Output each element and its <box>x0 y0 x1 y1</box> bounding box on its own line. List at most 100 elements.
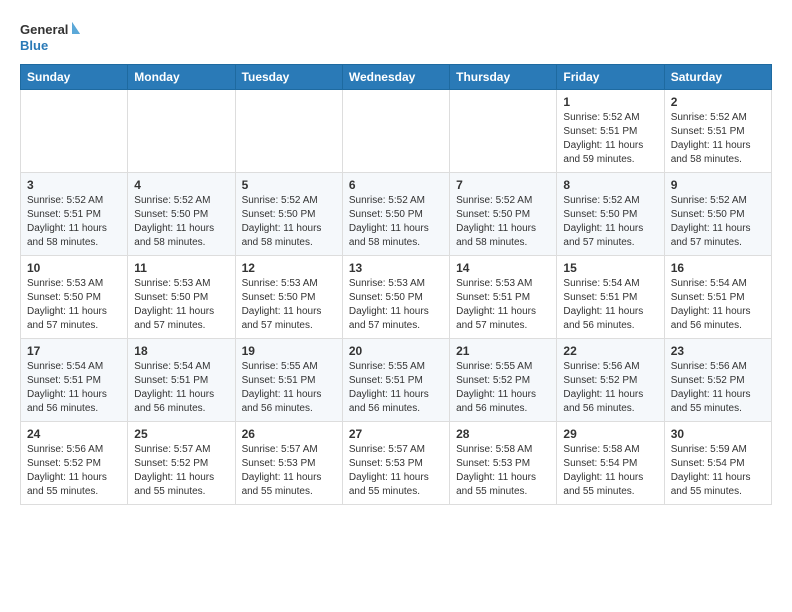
weekday-header-monday: Monday <box>128 65 235 90</box>
calendar-cell: 6Sunrise: 5:52 AM Sunset: 5:50 PM Daylig… <box>342 173 449 256</box>
day-number: 14 <box>456 261 550 275</box>
day-info: Sunrise: 5:54 AM Sunset: 5:51 PM Dayligh… <box>671 277 765 333</box>
day-info: Sunrise: 5:56 AM Sunset: 5:52 PM Dayligh… <box>563 360 657 416</box>
day-number: 16 <box>671 261 765 275</box>
calendar-cell <box>128 90 235 173</box>
day-info: Sunrise: 5:52 AM Sunset: 5:51 PM Dayligh… <box>671 111 765 167</box>
logo: General Blue <box>20 20 80 56</box>
day-number: 10 <box>27 261 121 275</box>
day-number: 2 <box>671 95 765 109</box>
calendar-cell: 19Sunrise: 5:55 AM Sunset: 5:51 PM Dayli… <box>235 339 342 422</box>
calendar-cell: 26 Sunrise: 5:57 AM Sunset: 5:53 PM Dayli… <box>235 422 342 505</box>
day-number: 29 <box>563 427 657 441</box>
weekday-header-friday: Friday <box>557 65 664 90</box>
calendar-cell: 11 Sunrise: 5:53 AM Sunset: 5:50 PM Dayli… <box>128 256 235 339</box>
logo-svg: General Blue <box>20 20 80 56</box>
day-info: Sunrise: 5:55 AM Sunset: 5:51 PM Dayligh… <box>242 360 336 416</box>
page: General Blue SundayMondayTuesdayWednesda… <box>0 0 792 521</box>
calendar-cell: 2 Sunrise: 5:52 AM Sunset: 5:51 PM Daylig… <box>664 90 771 173</box>
day-info: Sunrise: 5:58 AM Sunset: 5:54 PM Dayligh… <box>563 443 657 499</box>
week-row-2: 3 Sunrise: 5:52 AM Sunset: 5:51 PM Daylig… <box>21 173 772 256</box>
calendar-cell: 9 Sunrise: 5:52 AM Sunset: 5:50 PM Daylig… <box>664 173 771 256</box>
day-info: Sunrise: 5:57 AM Sunset: 5:53 PM Dayligh… <box>349 443 443 499</box>
day-number: 7 <box>456 178 550 192</box>
day-number: 26 <box>242 427 336 441</box>
calendar-cell: 14 Sunrise: 5:53 AM Sunset: 5:51 PM Dayli… <box>450 256 557 339</box>
calendar-cell: 7 Sunrise: 5:52 AM Sunset: 5:50 PM Daylig… <box>450 173 557 256</box>
weekday-header-wednesday: Wednesday <box>342 65 449 90</box>
day-info: Sunrise: 5:52 AM Sunset: 5:50 PM Dayligh… <box>242 194 336 250</box>
day-number: 11 <box>134 261 228 275</box>
day-info: Sunrise: 5:53 AM Sunset: 5:50 PM Dayligh… <box>134 277 228 333</box>
day-info: Sunrise: 5:54 AM Sunset: 5:51 PM Dayligh… <box>27 360 121 416</box>
header: General Blue <box>20 16 772 56</box>
day-info: Sunrise: 5:57 AM Sunset: 5:53 PM Dayligh… <box>242 443 336 499</box>
day-info: Sunrise: 5:57 AM Sunset: 5:52 PM Dayligh… <box>134 443 228 499</box>
week-row-3: 10 Sunrise: 5:53 AM Sunset: 5:50 PM Dayli… <box>21 256 772 339</box>
day-number: 3 <box>27 178 121 192</box>
calendar-cell: 27 Sunrise: 5:57 AM Sunset: 5:53 PM Dayli… <box>342 422 449 505</box>
calendar-cell: 4 Sunrise: 5:52 AM Sunset: 5:50 PM Daylig… <box>128 173 235 256</box>
calendar-cell: 28 Sunrise: 5:58 AM Sunset: 5:53 PM Dayli… <box>450 422 557 505</box>
calendar-cell: 16 Sunrise: 5:54 AM Sunset: 5:51 PM Dayli… <box>664 256 771 339</box>
week-row-5: 24 Sunrise: 5:56 AM Sunset: 5:52 PM Dayli… <box>21 422 772 505</box>
day-number: 30 <box>671 427 765 441</box>
day-number: 18 <box>134 344 228 358</box>
calendar-cell: 15Sunrise: 5:54 AM Sunset: 5:51 PM Dayli… <box>557 256 664 339</box>
day-info: Sunrise: 5:52 AM Sunset: 5:50 PM Dayligh… <box>456 194 550 250</box>
weekday-header-thursday: Thursday <box>450 65 557 90</box>
day-info: Sunrise: 5:58 AM Sunset: 5:53 PM Dayligh… <box>456 443 550 499</box>
calendar-table: SundayMondayTuesdayWednesdayThursdayFrid… <box>20 64 772 505</box>
day-info: Sunrise: 5:54 AM Sunset: 5:51 PM Dayligh… <box>134 360 228 416</box>
calendar-cell <box>21 90 128 173</box>
day-number: 20 <box>349 344 443 358</box>
day-number: 21 <box>456 344 550 358</box>
calendar-cell <box>342 90 449 173</box>
day-info: Sunrise: 5:59 AM Sunset: 5:54 PM Dayligh… <box>671 443 765 499</box>
day-info: Sunrise: 5:52 AM Sunset: 5:50 PM Dayligh… <box>671 194 765 250</box>
day-number: 9 <box>671 178 765 192</box>
weekday-header-sunday: Sunday <box>21 65 128 90</box>
calendar-cell <box>235 90 342 173</box>
day-number: 23 <box>671 344 765 358</box>
calendar-cell: 1 Sunrise: 5:52 AM Sunset: 5:51 PM Daylig… <box>557 90 664 173</box>
calendar-cell: 10 Sunrise: 5:53 AM Sunset: 5:50 PM Dayli… <box>21 256 128 339</box>
day-info: Sunrise: 5:56 AM Sunset: 5:52 PM Dayligh… <box>671 360 765 416</box>
calendar-cell: 3 Sunrise: 5:52 AM Sunset: 5:51 PM Daylig… <box>21 173 128 256</box>
day-number: 17 <box>27 344 121 358</box>
day-number: 27 <box>349 427 443 441</box>
week-row-1: 1 Sunrise: 5:52 AM Sunset: 5:51 PM Daylig… <box>21 90 772 173</box>
weekday-header-row: SundayMondayTuesdayWednesdayThursdayFrid… <box>21 65 772 90</box>
day-number: 1 <box>563 95 657 109</box>
calendar-cell: 24 Sunrise: 5:56 AM Sunset: 5:52 PM Dayli… <box>21 422 128 505</box>
svg-text:Blue: Blue <box>20 38 48 53</box>
day-info: Sunrise: 5:52 AM Sunset: 5:50 PM Dayligh… <box>563 194 657 250</box>
weekday-header-tuesday: Tuesday <box>235 65 342 90</box>
day-number: 13 <box>349 261 443 275</box>
calendar-cell: 18 Sunrise: 5:54 AM Sunset: 5:51 PM Dayli… <box>128 339 235 422</box>
calendar-cell <box>450 90 557 173</box>
day-number: 5 <box>242 178 336 192</box>
calendar-cell: 22 Sunrise: 5:56 AM Sunset: 5:52 PM Dayli… <box>557 339 664 422</box>
day-info: Sunrise: 5:52 AM Sunset: 5:51 PM Dayligh… <box>563 111 657 167</box>
day-number: 25 <box>134 427 228 441</box>
weekday-header-saturday: Saturday <box>664 65 771 90</box>
calendar-cell: 13Sunrise: 5:53 AM Sunset: 5:50 PM Dayli… <box>342 256 449 339</box>
calendar-cell: 23 Sunrise: 5:56 AM Sunset: 5:52 PM Dayli… <box>664 339 771 422</box>
week-row-4: 17 Sunrise: 5:54 AM Sunset: 5:51 PM Dayli… <box>21 339 772 422</box>
day-info: Sunrise: 5:53 AM Sunset: 5:51 PM Dayligh… <box>456 277 550 333</box>
day-number: 4 <box>134 178 228 192</box>
calendar-cell: 30 Sunrise: 5:59 AM Sunset: 5:54 PM Dayli… <box>664 422 771 505</box>
calendar-cell: 12Sunrise: 5:53 AM Sunset: 5:50 PM Dayli… <box>235 256 342 339</box>
day-info: Sunrise: 5:52 AM Sunset: 5:51 PM Dayligh… <box>27 194 121 250</box>
day-number: 22 <box>563 344 657 358</box>
day-info: Sunrise: 5:52 AM Sunset: 5:50 PM Dayligh… <box>349 194 443 250</box>
day-info: Sunrise: 5:56 AM Sunset: 5:52 PM Dayligh… <box>27 443 121 499</box>
day-number: 24 <box>27 427 121 441</box>
day-number: 12 <box>242 261 336 275</box>
day-info: Sunrise: 5:52 AM Sunset: 5:50 PM Dayligh… <box>134 194 228 250</box>
day-number: 28 <box>456 427 550 441</box>
day-info: Sunrise: 5:53 AM Sunset: 5:50 PM Dayligh… <box>27 277 121 333</box>
svg-text:General: General <box>20 22 68 37</box>
calendar-cell: 29 Sunrise: 5:58 AM Sunset: 5:54 PM Dayli… <box>557 422 664 505</box>
